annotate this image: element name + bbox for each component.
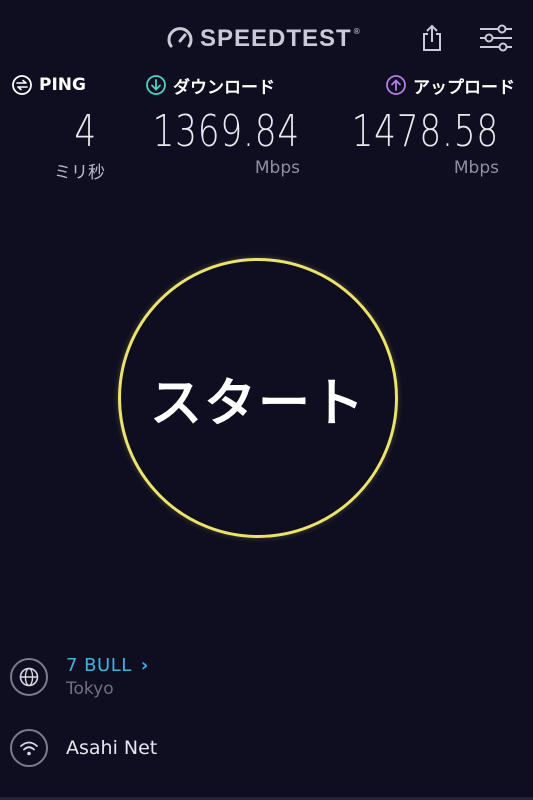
- ping-value: 4: [74, 106, 97, 157]
- chevron-right-icon[interactable]: ›: [141, 655, 149, 676]
- top-bar: SPEEDTEST ®: [0, 0, 533, 76]
- logo-text: SPEEDTEST: [200, 25, 352, 52]
- download-metric: ダウンロード 1369.84 Mbps: [146, 72, 306, 178]
- wifi-icon-badge: [10, 729, 48, 767]
- ping-unit: ミリ秒: [54, 163, 105, 183]
- upload-label: アップロード: [413, 77, 515, 98]
- download-unit: Mbps: [254, 158, 300, 178]
- upload-arrow-icon: [386, 75, 406, 95]
- server-name[interactable]: 7 BULL: [66, 655, 132, 676]
- download-value: 1369.84: [152, 106, 300, 157]
- ping-metric: PING 4 ミリ秒: [12, 72, 122, 183]
- speedtest-logo: SPEEDTEST ®: [166, 22, 361, 56]
- start-button-label: スタート: [149, 373, 366, 434]
- settings-button[interactable]: [478, 20, 514, 56]
- server-city: Tokyo: [66, 679, 114, 699]
- ping-label: PING: [39, 75, 86, 95]
- globe-icon-badge: [10, 658, 48, 696]
- wifi-icon: [20, 741, 38, 756]
- server-selector[interactable]: 7 BULL › Tokyo: [10, 655, 149, 699]
- upload-value: 1478.58: [351, 106, 499, 157]
- start-button[interactable]: スタート: [118, 258, 398, 538]
- speedometer-icon: [167, 27, 193, 48]
- share-icon: [423, 24, 441, 51]
- download-label: ダウンロード: [173, 77, 275, 98]
- globe-icon: [19, 667, 39, 687]
- trademark-symbol: ®: [352, 26, 361, 36]
- download-arrow-icon: [146, 75, 166, 95]
- upload-unit: Mbps: [453, 158, 499, 178]
- settings-sliders-icon: [480, 24, 512, 52]
- share-button[interactable]: [414, 20, 450, 56]
- ping-icon: [12, 75, 32, 95]
- isp-row: Asahi Net: [10, 729, 157, 767]
- isp-name: Asahi Net: [66, 737, 158, 759]
- upload-metric: アップロード 1478.58 Mbps: [352, 72, 531, 178]
